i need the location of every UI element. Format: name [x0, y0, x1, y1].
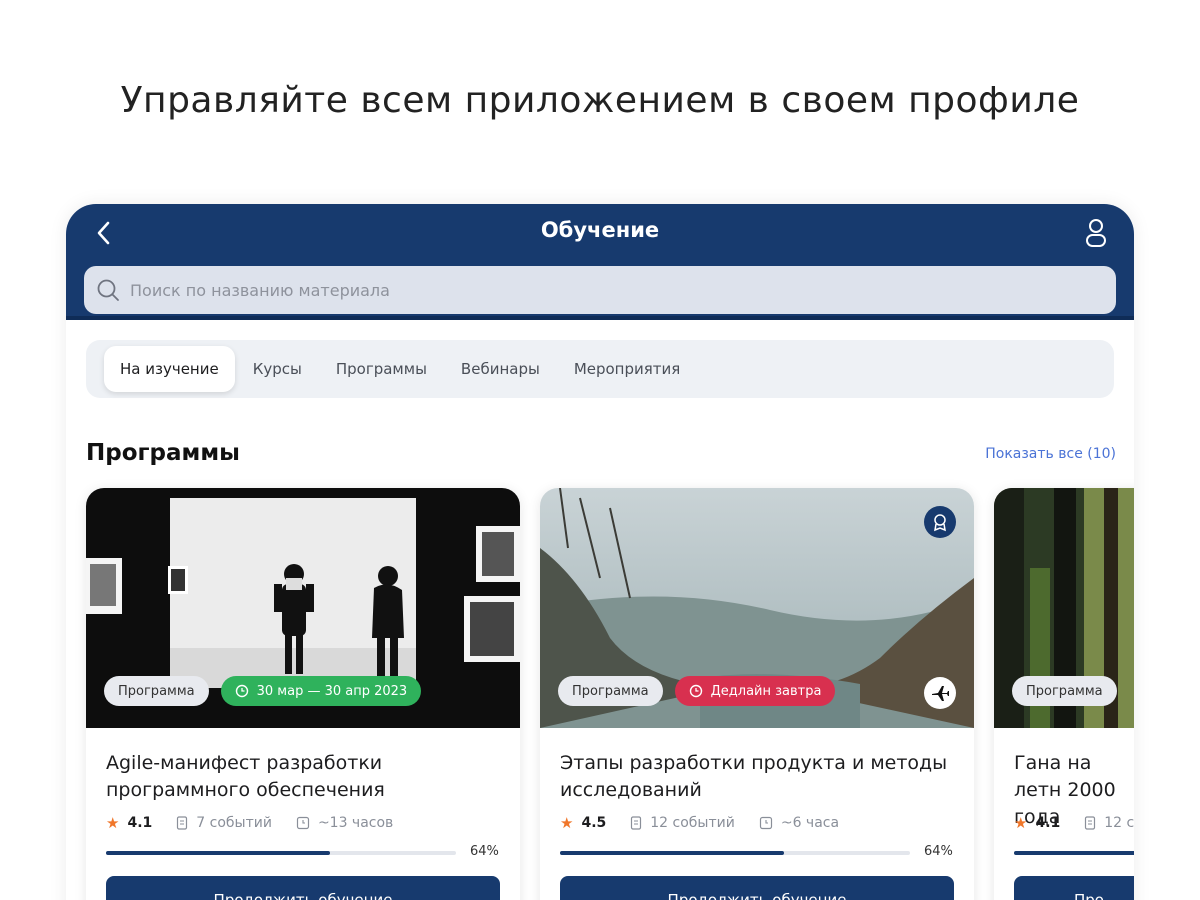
airplane-icon [924, 677, 956, 709]
deadline-label: Дедлайн завтра [710, 683, 822, 699]
progress-bar [1014, 851, 1134, 855]
tab-programs[interactable]: Программы [320, 346, 443, 392]
progress-fill [560, 851, 784, 855]
progress-bar [560, 851, 910, 855]
timer-icon [296, 816, 310, 830]
continue-learning-button[interactable]: Продолжить обучение [106, 876, 500, 900]
award-badge-icon [924, 506, 956, 538]
continue-learning-button[interactable]: Продолжить обучение [560, 876, 954, 900]
rating-value: 4.5 [581, 815, 607, 831]
user-icon [1086, 219, 1106, 247]
page-title: Обучение [540, 218, 660, 242]
section-title: Программы [86, 440, 240, 466]
deadline-chip: Дедлайн завтра [674, 676, 836, 706]
star-icon: ★ [106, 814, 120, 832]
app-bar-divider [66, 316, 1134, 320]
app-bar: Обучение [66, 204, 1134, 320]
back-button[interactable] [88, 218, 118, 248]
rating-value: 4.1 [1035, 815, 1061, 831]
card-type-chip: Программа [104, 676, 209, 706]
date-range-label: 30 мар — 30 апр 2023 [256, 683, 408, 699]
progress-fill [106, 851, 330, 855]
timer-icon [759, 816, 772, 830]
tab-bar: На изучение Курсы Программы Вебинары Мер… [86, 340, 1114, 398]
continue-learning-button[interactable]: Про [1014, 876, 1134, 900]
search-bar [84, 266, 1116, 314]
progress-bar [106, 851, 456, 855]
star-icon: ★ [1014, 814, 1028, 832]
duration-label: ~13 часов [317, 815, 394, 831]
tablet-screen: Обучение На изучение Курсы Программы Веб… [66, 204, 1134, 900]
progress-fill [1014, 851, 1134, 855]
rating-value: 4.1 [127, 815, 153, 831]
events-count: 7 событий [196, 815, 272, 831]
card-image-lake: Программа Дедлайн завтра [540, 488, 974, 728]
profile-button[interactable] [1080, 216, 1112, 250]
headline: Управляйте всем приложением в своем проф… [120, 80, 1080, 121]
search-input[interactable] [130, 280, 1090, 300]
program-card[interactable]: Программа 30 мар — 30 апр 2023 Agile-ман… [86, 488, 520, 900]
clock-icon [235, 684, 248, 698]
star-icon: ★ [560, 814, 574, 832]
chevron-left-icon [97, 221, 110, 245]
progress-percent: 64% [924, 844, 953, 859]
card-meta: ★ 4.1 12 со [1014, 814, 1134, 832]
show-all-link[interactable]: Показать все (10) [985, 446, 1116, 462]
card-type-chip: Программа [558, 676, 663, 706]
progress-percent: 64% [470, 844, 499, 859]
card-image-gallery: Программа 30 мар — 30 апр 2023 [86, 488, 520, 728]
events-count: 12 со [1104, 815, 1134, 831]
card-title: Agile-манифест разработки программного о… [106, 752, 385, 801]
duration-label: ~6 часа [780, 815, 840, 831]
program-card[interactable]: Программа Гана на летн 2000 года ★ 4.1 1… [994, 488, 1134, 900]
search-icon [97, 279, 119, 301]
card-meta: ★ 4.1 7 событий ~13 часов [106, 814, 393, 832]
tab-events[interactable]: Мероприятия [558, 346, 696, 392]
card-meta: ★ 4.5 12 событий ~6 часа [560, 814, 839, 832]
tab-to-study[interactable]: На изучение [104, 346, 235, 392]
program-card[interactable]: Программа Дедлайн завтра Этапы разработк… [540, 488, 974, 900]
tab-courses[interactable]: Курсы [237, 346, 318, 392]
card-title: Этапы разработки продукта и методы иссле… [560, 752, 948, 801]
clock-icon [689, 684, 702, 698]
document-icon [177, 816, 188, 830]
card-image-forest: Программа [994, 488, 1134, 728]
tab-webinars[interactable]: Вебинары [445, 346, 556, 392]
events-count: 12 событий [650, 815, 735, 831]
date-range-chip: 30 мар — 30 апр 2023 [220, 676, 422, 706]
document-icon [631, 816, 642, 830]
card-type-chip: Программа [1012, 676, 1117, 706]
document-icon [1085, 816, 1096, 830]
